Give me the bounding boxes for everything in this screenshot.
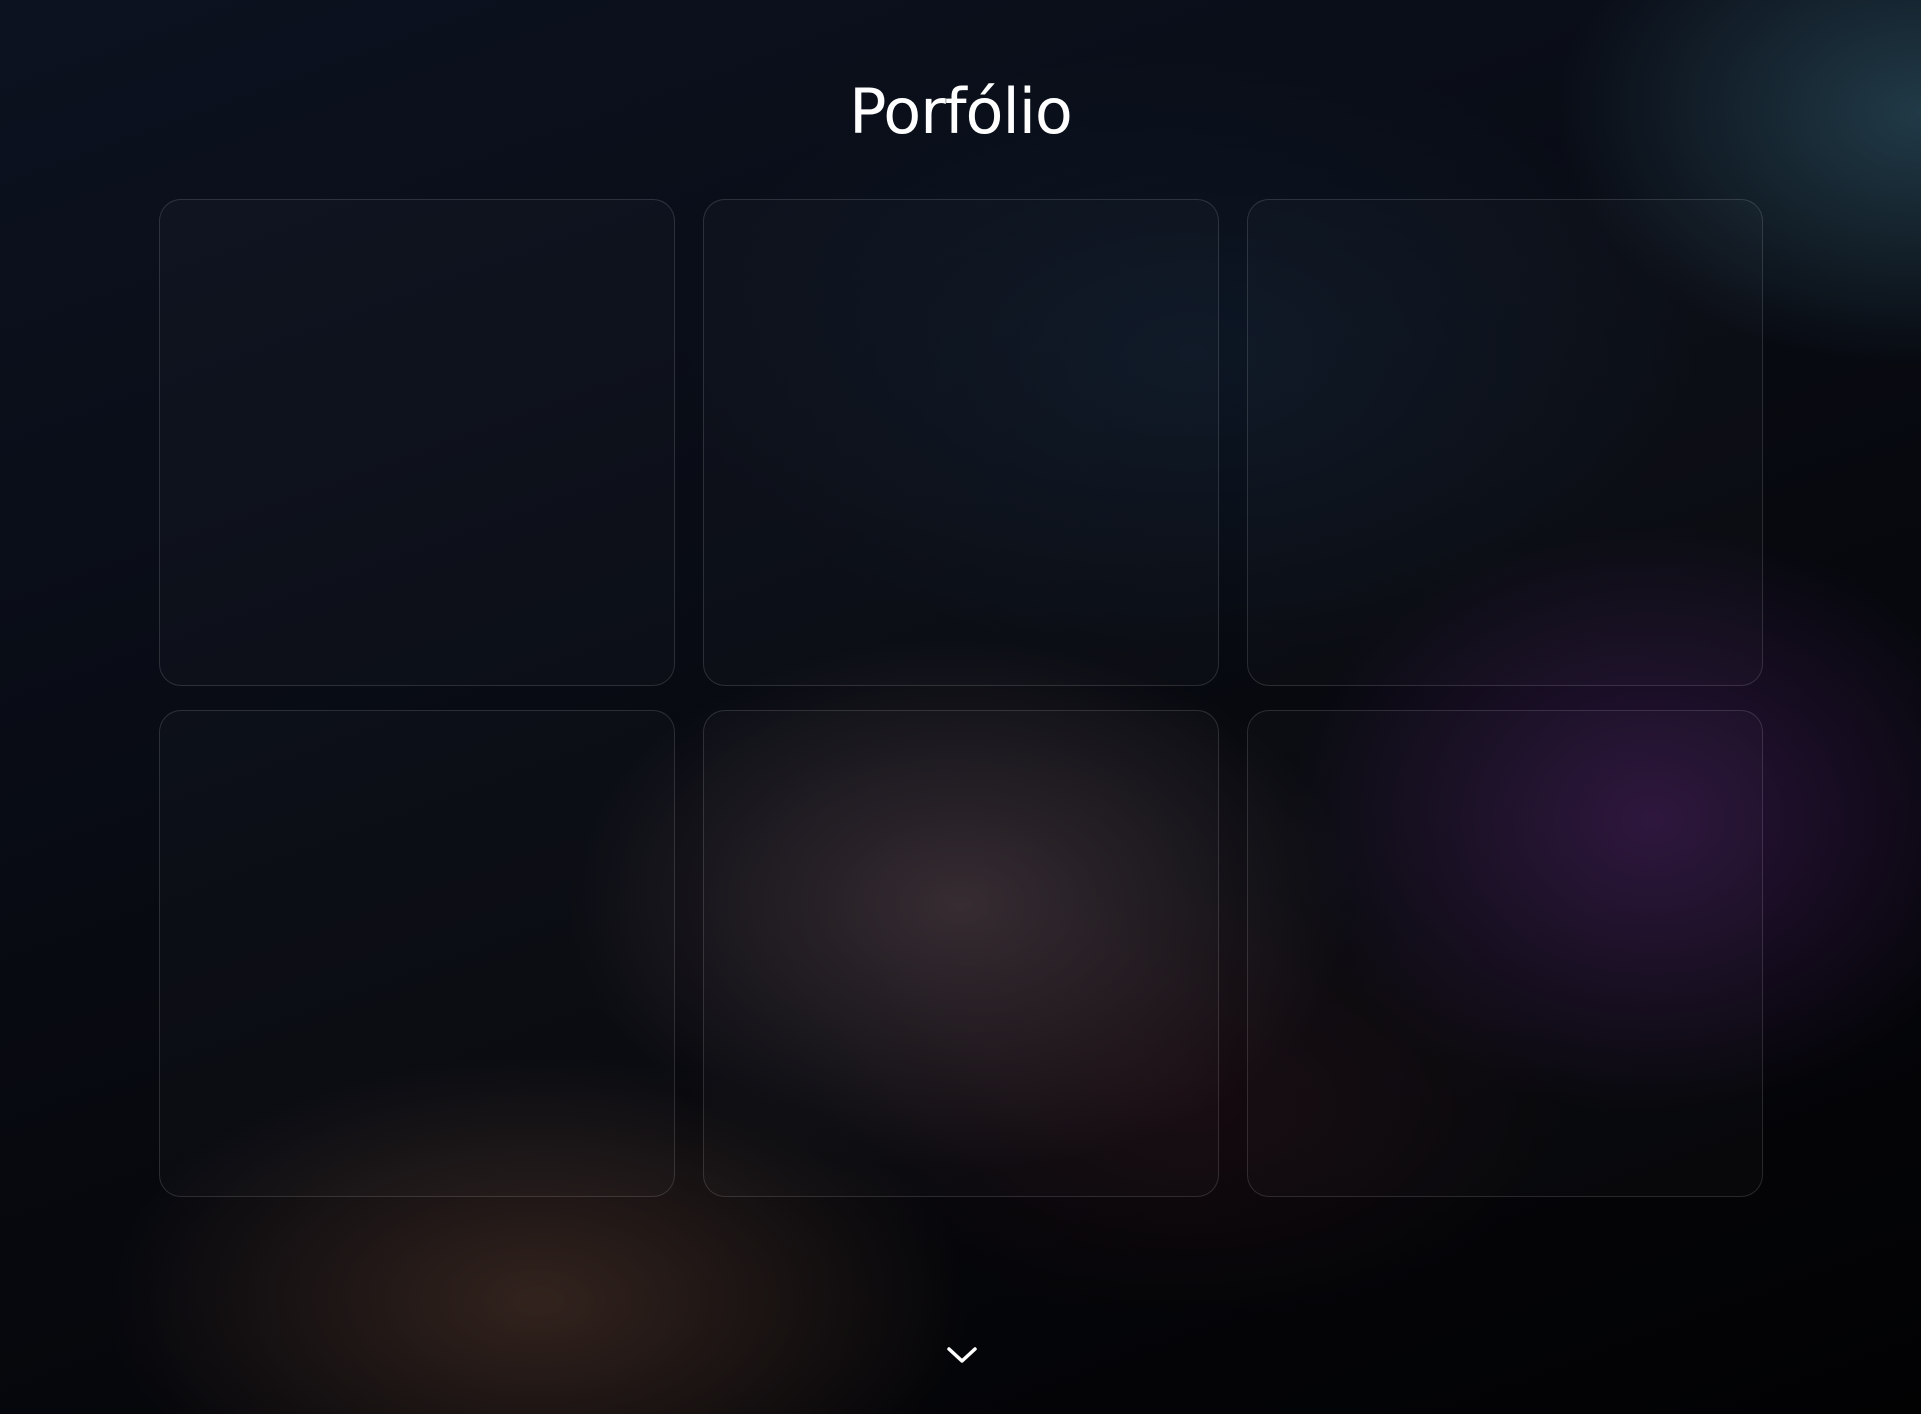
portfolio-card-6[interactable] [1247, 710, 1763, 1197]
scroll-down-button[interactable] [940, 1338, 984, 1372]
page-title: Porfólio [849, 75, 1073, 148]
portfolio-card-1[interactable] [159, 199, 675, 686]
portfolio-card-5[interactable] [703, 710, 1219, 1197]
portfolio-card-2[interactable] [703, 199, 1219, 686]
portfolio-grid [159, 199, 1763, 1197]
chevron-down-icon [947, 1347, 977, 1363]
portfolio-card-4[interactable] [159, 710, 675, 1197]
portfolio-card-3[interactable] [1247, 199, 1763, 686]
portfolio-page: Porfólio [0, 0, 1921, 1414]
